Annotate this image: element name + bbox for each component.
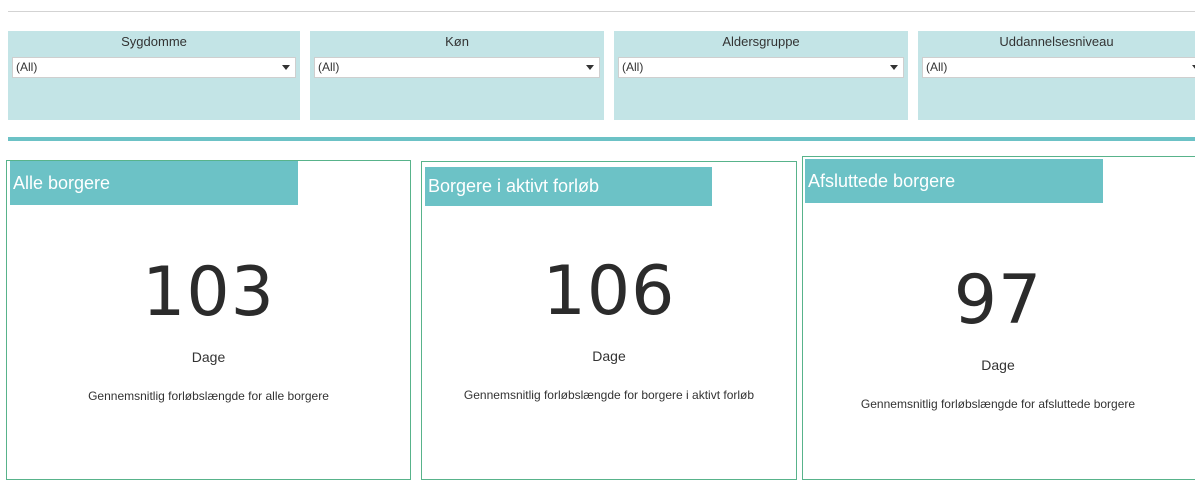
filter-label: Aldersgruppe bbox=[722, 34, 800, 49]
chevron-down-icon[interactable] bbox=[282, 65, 290, 70]
koen-dropdown[interactable]: (All) bbox=[314, 57, 600, 78]
uddannelsesniveau-dropdown[interactable]: (All) bbox=[922, 57, 1195, 78]
kpi-unit: Dage bbox=[981, 357, 1015, 373]
filter-label: Sygdomme bbox=[121, 34, 187, 49]
top-divider bbox=[8, 11, 1195, 12]
kpi-description: Gennemsnitlig forløbslængde for alle bor… bbox=[88, 389, 329, 403]
chevron-down-icon[interactable] bbox=[586, 65, 594, 70]
filter-koen: Køn (All) bbox=[310, 31, 604, 120]
kpi-description: Gennemsnitlig forløbslængde for borgere … bbox=[463, 388, 755, 402]
sygdomme-dropdown[interactable]: (All) bbox=[12, 57, 296, 78]
card-title: Borgere i aktivt forløb bbox=[425, 167, 712, 206]
filter-uddannelsesniveau: Uddannelsesniveau (All) bbox=[918, 31, 1195, 120]
filter-sygdomme: Sygdomme (All) bbox=[8, 31, 300, 120]
card-afsluttede-borgere: Afsluttede borgere 97 Dage Gennemsnitlig… bbox=[802, 156, 1195, 480]
filter-label: Uddannelsesniveau bbox=[999, 34, 1114, 49]
kpi-value: 106 bbox=[542, 252, 676, 331]
dropdown-value: (All) bbox=[926, 60, 948, 74]
filter-label: Køn bbox=[445, 34, 469, 49]
dropdown-value: (All) bbox=[622, 60, 644, 74]
kpi-unit: Dage bbox=[592, 348, 626, 364]
section-divider bbox=[8, 137, 1195, 141]
kpi-value: 103 bbox=[142, 253, 275, 332]
kpi-unit: Dage bbox=[191, 349, 226, 365]
kpi-description: Gennemsnitlig forløbslængde for afslutte… bbox=[860, 397, 1136, 411]
card-alle-borgere: Alle borgere 103 Dage Gennemsnitlig forl… bbox=[6, 160, 411, 480]
aldersgruppe-dropdown[interactable]: (All) bbox=[618, 57, 904, 78]
card-aktivt-forloeb: Borgere i aktivt forløb 106 Dage Gennems… bbox=[421, 161, 797, 480]
card-title: Alle borgere bbox=[10, 161, 298, 205]
dropdown-value: (All) bbox=[16, 60, 38, 74]
filter-aldersgruppe: Aldersgruppe (All) bbox=[614, 31, 908, 120]
card-title: Afsluttede borgere bbox=[805, 159, 1103, 203]
kpi-value: 97 bbox=[953, 261, 1043, 340]
chevron-down-icon[interactable] bbox=[890, 65, 898, 70]
dropdown-value: (All) bbox=[318, 60, 340, 74]
